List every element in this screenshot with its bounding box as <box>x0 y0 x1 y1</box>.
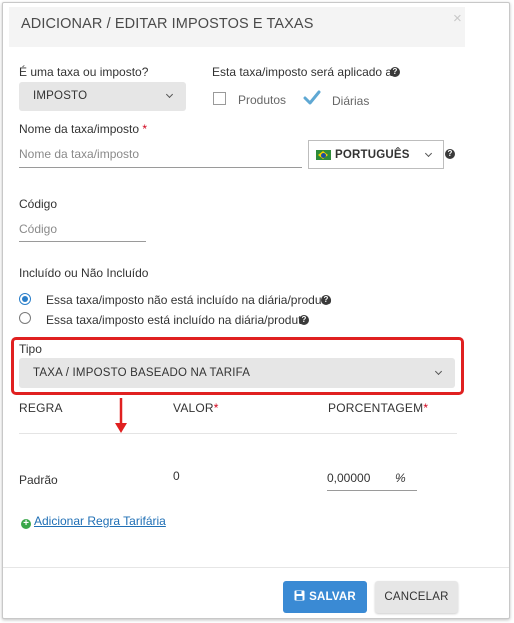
close-icon[interactable]: × <box>453 11 462 26</box>
type-value: TAXA / IMPOSTO BASEADO NA TARIFA <box>33 367 251 379</box>
rule-value[interactable]: 0 <box>173 469 180 483</box>
tax-name-input[interactable]: Nome da taxa/imposto <box>19 142 302 168</box>
chevron-down-icon <box>165 90 174 99</box>
tax-modal: ADICIONAR / EDITAR IMPOSTOS E TAXAS × É … <box>2 2 510 619</box>
table-divider <box>19 433 457 434</box>
products-checkbox[interactable] <box>213 92 226 105</box>
rule-column-header: REGRA <box>19 401 63 415</box>
rule-name: Padrão <box>19 473 58 487</box>
value-header-text: VALOR <box>173 401 214 415</box>
type-label: Tipo <box>19 342 42 356</box>
tax-name-placeholder: Nome da taxa/imposto <box>19 147 140 161</box>
code-input[interactable]: Código <box>19 216 146 242</box>
modal-title: ADICIONAR / EDITAR IMPOSTOS E TAXAS <box>21 16 314 32</box>
percentage-header-text: PORCENTAGEM <box>328 401 424 415</box>
products-label: Produtos <box>238 93 287 107</box>
tax-or-fee-value: IMPOSTO <box>33 90 88 102</box>
help-icon[interactable]: ? <box>299 315 309 325</box>
save-label: SALVAR <box>309 591 356 603</box>
code-label: Código <box>19 197 58 211</box>
included-radio[interactable] <box>19 312 31 324</box>
tax-name-label: Nome da taxa/imposto * <box>19 122 147 136</box>
nightly-rates-label: Diárias <box>332 94 370 108</box>
not-included-label: Essa taxa/imposto não está incluído na d… <box>46 293 332 307</box>
not-included-radio[interactable] <box>19 293 31 305</box>
chevron-down-icon <box>424 149 433 158</box>
required-mark: * <box>142 122 148 136</box>
add-rule-link-text: Adicionar Regra Tarifária <box>34 514 166 528</box>
applied-to-label-text: Esta taxa/imposto será aplicado a <box>212 65 393 79</box>
modal-header: ADICIONAR / EDITAR IMPOSTOS E TAXAS × <box>9 7 465 47</box>
help-icon[interactable]: ? <box>390 67 400 77</box>
included-option-label: Essa taxa/imposto está incluído na diári… <box>46 313 309 327</box>
cancel-button[interactable]: CANCELAR <box>375 581 458 613</box>
code-placeholder: Código <box>19 222 58 236</box>
chevron-down-icon <box>434 367 443 376</box>
red-arrow-icon <box>115 398 127 433</box>
tax-or-fee-label: É uma taxa ou imposto? <box>19 65 149 79</box>
percentage-input[interactable]: 0,00000 % <box>327 465 417 491</box>
footer-divider <box>3 567 509 568</box>
brazil-flag-icon <box>316 150 331 160</box>
value-column-header: VALOR* <box>173 401 219 415</box>
tax-or-fee-select[interactable]: IMPOSTO <box>19 82 186 111</box>
applied-to-label: Esta taxa/imposto será aplicado a <box>212 65 392 79</box>
help-icon[interactable]: ? <box>321 295 331 305</box>
floppy-disk-icon <box>294 590 305 601</box>
language-value: PORTUGUÊS <box>335 149 410 161</box>
help-icon[interactable]: ? <box>445 149 455 159</box>
language-select[interactable]: PORTUGUÊS <box>308 140 444 169</box>
percentage-value: 0,00000 <box>327 471 371 485</box>
required-mark: * <box>423 401 429 415</box>
save-button[interactable]: SALVAR <box>283 581 367 613</box>
percent-symbol: % <box>395 471 406 485</box>
add-rule-link[interactable]: + Adicionar Regra Tarifária <box>21 514 166 529</box>
type-select[interactable]: TAXA / IMPOSTO BASEADO NA TARIFA <box>19 358 455 388</box>
required-mark: * <box>213 401 219 415</box>
included-label: Incluído ou Não Incluído <box>19 266 149 280</box>
check-icon[interactable] <box>303 90 321 105</box>
percentage-column-header: PORCENTAGEM* <box>328 401 428 415</box>
tax-name-label-text: Nome da taxa/imposto <box>19 122 140 136</box>
plus-circle-icon: + <box>21 519 31 529</box>
